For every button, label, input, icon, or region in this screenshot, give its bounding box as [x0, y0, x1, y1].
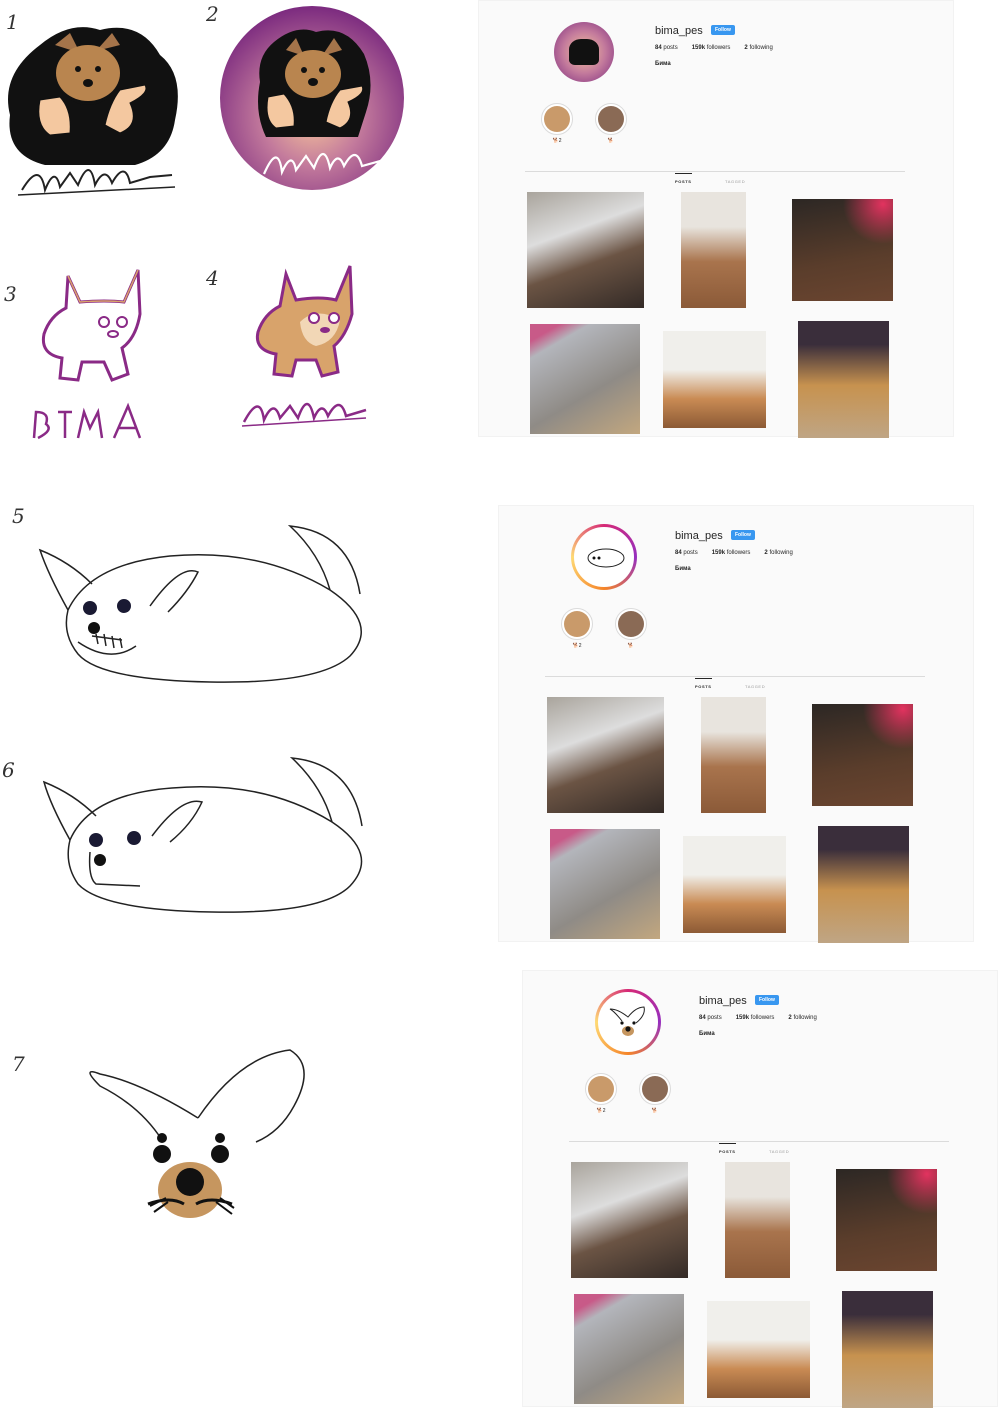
tab-posts[interactable]: POSTS — [675, 173, 692, 184]
post-photo-corgi-on-couch[interactable] — [663, 331, 766, 428]
post-photo-dog-on-floor[interactable] — [701, 697, 766, 813]
profile-avatar[interactable] — [571, 524, 637, 590]
following-stat[interactable]: 2 following — [788, 1015, 816, 1021]
tabs-divider — [525, 171, 905, 172]
post-photo-dog-dark-room[interactable] — [812, 704, 913, 806]
profile-mockup-3: bima_pes Follow 84 posts 159k followers … — [522, 970, 998, 1408]
profile-stats: 84 posts 159k followers 2 following — [699, 1015, 817, 1021]
tabs-divider — [569, 1141, 949, 1142]
highlight-2[interactable]: 🐕 — [595, 103, 627, 144]
sketch-number-4: 4 — [206, 266, 219, 290]
bio-name: Бима — [699, 1031, 715, 1037]
logo-sketch-1 — [8, 27, 178, 196]
tab-tagged[interactable]: TAGGED — [769, 1149, 789, 1154]
avatar-dog-drawing — [587, 548, 625, 568]
following-stat[interactable]: 2 following — [764, 550, 792, 556]
post-photo-corgi-sitting[interactable] — [798, 321, 889, 438]
post-photo-dog-dark-room[interactable] — [792, 199, 893, 301]
dog-face-sketch-7 — [89, 1049, 305, 1218]
dog-line-sketch-5 — [38, 525, 362, 683]
profile-mockup-1: bima_pes Follow 84 posts 159k followers … — [478, 0, 954, 438]
post-photo-corgi-sitting[interactable] — [842, 1291, 933, 1408]
posts-stat[interactable]: 84 posts — [655, 45, 678, 51]
highlight-1[interactable]: 🐕2 — [561, 608, 593, 649]
wordmark-3 — [32, 402, 142, 440]
tab-tagged[interactable]: TAGGED — [725, 179, 745, 184]
post-photo-corgi-sitting[interactable] — [818, 826, 909, 943]
post-photo-dog-dark-room[interactable] — [836, 1169, 937, 1271]
username: bima_pes — [699, 995, 747, 1007]
highlight-1[interactable]: 🐕2 — [585, 1073, 617, 1114]
post-photo-man-with-dog[interactable] — [527, 192, 644, 308]
sketch-number-6: 6 — [2, 758, 15, 782]
highlight-2[interactable]: 🐕 — [639, 1073, 671, 1114]
post-photo-corgi-on-couch[interactable] — [683, 836, 786, 933]
wordmark-1 — [21, 169, 173, 194]
profile-stats: 84 posts 159k followers 2 following — [675, 550, 793, 556]
posts-stat[interactable]: 84 posts — [675, 550, 698, 556]
post-photo-dog-in-blanket[interactable] — [574, 1294, 684, 1404]
tab-tagged[interactable]: TAGGED — [745, 684, 765, 689]
profile-mockup-2: bima_pes Follow 84 posts 159k followers … — [498, 505, 974, 943]
following-stat[interactable]: 2 following — [744, 45, 772, 51]
posts-stat[interactable]: 84 posts — [699, 1015, 722, 1021]
followers-stat[interactable]: 159k followers — [736, 1015, 775, 1021]
tabs-divider — [545, 676, 925, 677]
post-photo-dog-in-blanket[interactable] — [530, 324, 640, 434]
profile-avatar[interactable] — [551, 19, 617, 85]
profile-stats: 84 posts 159k followers 2 following — [655, 45, 773, 51]
post-photo-dog-on-floor[interactable] — [681, 192, 746, 308]
username: bima_pes — [675, 530, 723, 542]
followers-stat[interactable]: 159k followers — [712, 550, 751, 556]
logo-sketch-2 — [220, 6, 404, 190]
highlight-1[interactable]: 🐕2 — [541, 103, 573, 144]
post-photo-dog-in-blanket[interactable] — [550, 829, 660, 939]
sketch-number-5: 5 — [12, 504, 25, 528]
corgi-filled-sketch-4 — [241, 265, 367, 427]
sketch-number-7: 7 — [12, 1052, 25, 1076]
post-photo-man-with-dog[interactable] — [571, 1162, 688, 1278]
corgi-outline-sketch-3 — [32, 269, 142, 440]
follow-button[interactable]: Follow — [731, 530, 755, 540]
sketch-number-3: 3 — [4, 282, 17, 306]
post-photo-dog-on-floor[interactable] — [725, 1162, 790, 1278]
tab-posts[interactable]: POSTS — [719, 1143, 736, 1154]
profile-avatar[interactable] — [595, 989, 661, 1055]
dog-line-sketch-6 — [42, 757, 363, 913]
highlight-2[interactable]: 🐕 — [615, 608, 647, 649]
followers-stat[interactable]: 159k followers — [692, 45, 731, 51]
follow-button[interactable]: Follow — [711, 25, 735, 35]
bio-name: Бима — [675, 566, 691, 572]
bio-name: Бима — [655, 61, 671, 67]
post-photo-corgi-on-couch[interactable] — [707, 1301, 810, 1398]
username: bima_pes — [655, 25, 703, 37]
tab-posts[interactable]: POSTS — [695, 678, 712, 689]
avatar-dog-face — [609, 1006, 645, 1036]
follow-button[interactable]: Follow — [755, 995, 779, 1005]
post-photo-man-with-dog[interactable] — [547, 697, 664, 813]
